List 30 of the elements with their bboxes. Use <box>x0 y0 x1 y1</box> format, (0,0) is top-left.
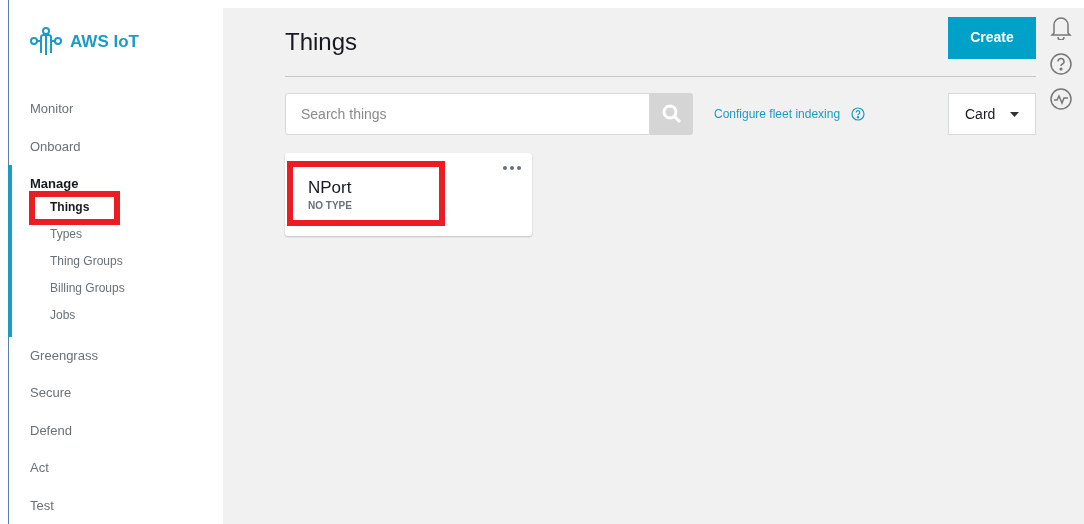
more-icon[interactable] <box>503 166 521 170</box>
thing-type: NO TYPE <box>308 199 352 213</box>
search-field[interactable]: Search things <box>285 93 650 135</box>
nav-item[interactable]: Onboard <box>12 127 223 165</box>
search-icon <box>661 104 682 124</box>
fleet-indexing-link[interactable]: Configure fleet indexing <box>714 105 841 123</box>
thing-name: NPort <box>308 178 352 198</box>
brand-name: AWS IoT <box>70 31 139 54</box>
nav-subitem[interactable]: Things <box>50 198 90 216</box>
nav-item[interactable]: Manage <box>12 165 223 194</box>
nav-item[interactable]: Test <box>12 486 223 524</box>
nav-item[interactable]: Secure <box>12 374 223 412</box>
nav-item[interactable]: Defend <box>12 411 223 449</box>
activity-icon[interactable] <box>1050 88 1072 110</box>
nav-subitem[interactable]: Thing Groups <box>50 252 123 270</box>
help-icon[interactable] <box>1050 53 1072 75</box>
create-button[interactable]: Create <box>948 16 1036 59</box>
nav-subitem[interactable]: Jobs <box>50 306 76 324</box>
nav-subitem[interactable]: Types <box>50 225 82 243</box>
caret-icon <box>1010 111 1019 117</box>
nav-subitem[interactable]: Billing Groups <box>50 279 125 297</box>
page-title: Things <box>285 27 358 57</box>
nav-item[interactable]: Act <box>12 449 223 487</box>
bell-icon[interactable] <box>1050 16 1072 40</box>
nav-item[interactable]: Monitor <box>12 90 223 128</box>
circuit-logo-icon <box>30 27 62 57</box>
nav-item[interactable]: Greengrass <box>12 336 223 374</box>
thing-card[interactable]: NPort NO TYPE <box>285 153 532 236</box>
view-select[interactable]: Card <box>948 93 1036 135</box>
help-icon[interactable] <box>851 107 866 121</box>
